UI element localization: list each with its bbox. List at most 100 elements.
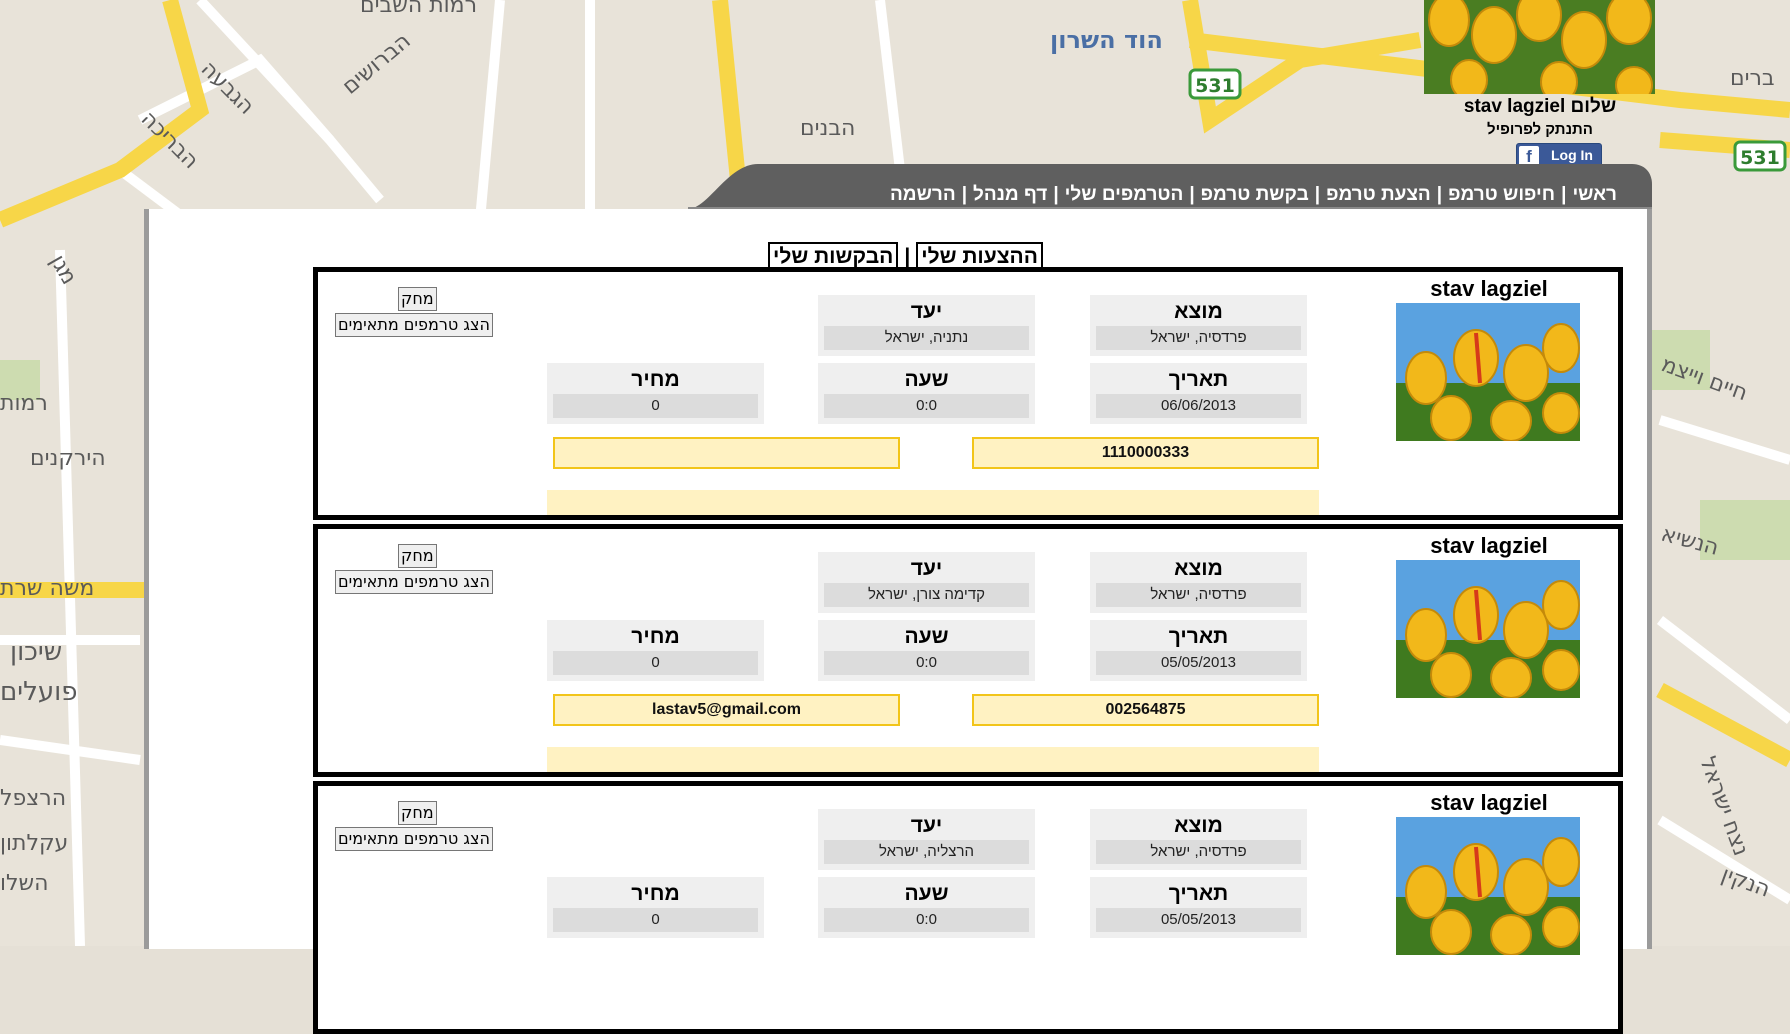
- origin-label: מוצא: [1174, 814, 1223, 837]
- destination-value: קדימה צורן, ישראל: [824, 583, 1029, 607]
- show-matches-button[interactable]: הצג טרמפים מתאימים: [335, 570, 493, 594]
- svg-text:ברים: ברים: [1730, 66, 1775, 91]
- nav-separator: |: [1189, 184, 1195, 205]
- time-value: 0:0: [824, 651, 1029, 675]
- facebook-login-label: Log In: [1551, 147, 1593, 163]
- origin-value: פרדסיה, ישראל: [1096, 840, 1301, 864]
- nav-separator: |: [1561, 184, 1567, 205]
- time-label: שעה: [904, 625, 949, 648]
- svg-text:הבנים: הבנים: [800, 116, 855, 141]
- time-label: שעה: [904, 368, 949, 391]
- ride-card: stav lagziel מוצא פרדסיה, ישראל יעד קדימ…: [313, 524, 1623, 777]
- destination-field: יעד הרצליה, ישראל: [818, 809, 1035, 870]
- date-field: תאריך 05/05/2013: [1090, 620, 1307, 681]
- destination-label: יעד: [910, 300, 943, 323]
- ride-card: stav lagziel מוצא פרדסיה, ישראל יעד נתני…: [313, 267, 1623, 520]
- price-label: מחיר: [631, 882, 680, 905]
- nav-my-rides[interactable]: הטרמפים שלי: [1065, 184, 1184, 206]
- destination-value: הרצליה, ישראל: [824, 840, 1029, 864]
- user-greeting: שלום stav lagziel: [1463, 96, 1617, 117]
- ride-owner-photo: [1396, 303, 1580, 441]
- price-value: 0: [553, 651, 758, 675]
- nav-separator: |: [1314, 184, 1321, 205]
- svg-text:הרצפל: הרצפל: [0, 786, 66, 811]
- nav-request-ride[interactable]: בקשת טרמפ: [1201, 184, 1309, 206]
- nav-separator: |: [1053, 184, 1059, 205]
- date-value: 06/06/2013: [1096, 394, 1301, 418]
- show-matches-button[interactable]: הצג טרמפים מתאימים: [335, 313, 493, 337]
- delete-button[interactable]: מחק: [398, 544, 437, 568]
- price-label: מחיר: [631, 368, 680, 391]
- ride-owner-name: stav lagziel: [1430, 276, 1548, 301]
- time-value: 0:0: [824, 908, 1029, 932]
- price-field: מחיר 0: [547, 877, 764, 938]
- nav-separator: |: [1436, 184, 1443, 205]
- nav-admin[interactable]: דף מנהל: [973, 184, 1047, 206]
- origin-field: מוצא פרדסיה, ישראל: [1090, 809, 1307, 870]
- email-value: lastav5@gmail.com: [553, 694, 900, 726]
- date-field: תאריך 05/05/2013: [1090, 877, 1307, 938]
- time-field: שעה 0:0: [818, 877, 1035, 938]
- ride-owner-photo: [1396, 817, 1580, 955]
- svg-text:פועלים: פועלים: [0, 677, 77, 707]
- phone-value: 002564875: [972, 694, 1319, 726]
- svg-text:הוד השרון: הוד השרון: [1050, 26, 1163, 54]
- destination-field: יעד נתניה, ישראל: [818, 295, 1035, 356]
- time-field: שעה 0:0: [818, 620, 1035, 681]
- tab-separator: |: [904, 245, 911, 268]
- origin-field: מוצא פרדסיה, ישראל: [1090, 295, 1307, 356]
- svg-text:רמות: רמות: [0, 391, 48, 416]
- ride-card: stav lagziel מוצא פרדסיה, ישראל יעד הרצל…: [313, 781, 1623, 1034]
- nav-offer-ride[interactable]: הצעת טרמפ: [1326, 184, 1431, 206]
- main-nav: ראשי | חיפוש טרמפ | הצעת טרמפ | בקשת טרמ…: [890, 184, 1617, 206]
- price-field: מחיר 0: [547, 620, 764, 681]
- time-field: שעה 0:0: [818, 363, 1035, 424]
- destination-label: יעד: [910, 557, 943, 580]
- notes-value: [547, 747, 1319, 772]
- svg-text:השלו: השלו: [0, 871, 48, 896]
- date-value: 05/05/2013: [1096, 651, 1301, 675]
- date-label: תאריך: [1168, 625, 1229, 648]
- svg-text:הירקנים: הירקנים: [30, 446, 106, 471]
- origin-value: פרדסיה, ישראל: [1096, 326, 1301, 350]
- delete-button[interactable]: מחק: [398, 801, 437, 825]
- price-value: 0: [553, 394, 758, 418]
- price-field: מחיר 0: [547, 363, 764, 424]
- time-value: 0:0: [824, 394, 1029, 418]
- show-matches-button[interactable]: הצג טרמפים מתאימים: [335, 827, 493, 851]
- origin-field: מוצא פרדסיה, ישראל: [1090, 552, 1307, 613]
- email-value: [553, 437, 900, 469]
- date-label: תאריך: [1168, 368, 1229, 391]
- svg-text:עקלתון: עקלתון: [0, 831, 68, 856]
- svg-text:משה שרת: משה שרת: [0, 576, 94, 601]
- ride-owner-name: stav lagziel: [1430, 790, 1548, 815]
- facebook-icon: f: [1519, 146, 1539, 166]
- destination-label: יעד: [910, 814, 943, 837]
- date-label: תאריך: [1168, 882, 1229, 905]
- origin-label: מוצא: [1174, 300, 1223, 323]
- user-profile-photo: [1424, 0, 1655, 94]
- svg-text:531: 531: [1195, 75, 1235, 97]
- date-field: תאריך 06/06/2013: [1090, 363, 1307, 424]
- destination-value: נתניה, ישראל: [824, 326, 1029, 350]
- phone-value: 1110000333: [972, 437, 1319, 469]
- price-label: מחיר: [631, 625, 680, 648]
- ride-owner-photo: [1396, 560, 1580, 698]
- profile-link[interactable]: התנתק לפרופיל: [1440, 121, 1640, 138]
- nav-home[interactable]: ראשי: [1572, 184, 1617, 206]
- svg-text:שיכון: שיכון: [10, 637, 62, 667]
- nav-register[interactable]: הרשמה: [890, 184, 956, 206]
- svg-text:רמות השבים: רמות השבים: [360, 0, 477, 18]
- svg-text:531: 531: [1740, 147, 1780, 169]
- notes-value: [547, 490, 1319, 515]
- ride-owner-name: stav lagziel: [1430, 533, 1548, 558]
- nav-search-ride[interactable]: חיפוש טרמפ: [1448, 184, 1555, 206]
- delete-button[interactable]: מחק: [398, 287, 437, 311]
- destination-field: יעד קדימה צורן, ישראל: [818, 552, 1035, 613]
- time-label: שעה: [904, 882, 949, 905]
- price-value: 0: [553, 908, 758, 932]
- date-value: 05/05/2013: [1096, 908, 1301, 932]
- origin-label: מוצא: [1174, 557, 1223, 580]
- origin-value: פרדסיה, ישראל: [1096, 583, 1301, 607]
- nav-separator: |: [961, 184, 968, 205]
